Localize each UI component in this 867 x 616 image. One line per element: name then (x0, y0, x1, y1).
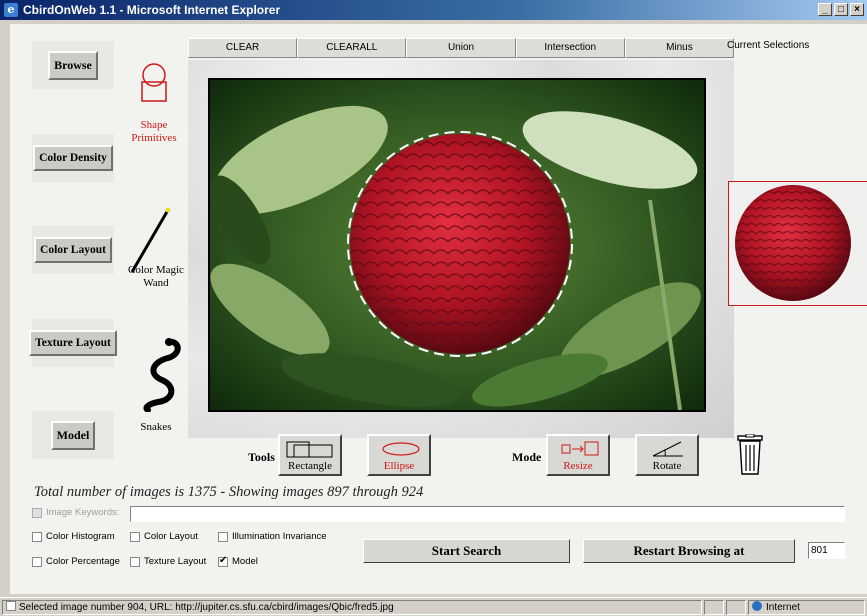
model-checkbox[interactable] (218, 555, 228, 567)
current-selections-label: Current Selections (727, 40, 810, 51)
status-bar: Selected image number 904, URL: http://j… (0, 597, 867, 616)
close-button[interactable]: × (850, 3, 864, 16)
keywords-checkbox[interactable] (32, 507, 42, 518)
color-percentage-option[interactable]: Color Percentage (32, 556, 120, 567)
ellipse-label: Ellipse (383, 460, 415, 472)
browse-frame: Browse (32, 41, 114, 89)
texture-layout-option[interactable]: Texture Layout (130, 556, 206, 567)
applet-area: Browse Color Density Color Layout Textur… (10, 24, 867, 594)
snakes-icon[interactable] (138, 336, 184, 412)
color-percentage-label: Color Percentage (46, 556, 120, 567)
browse-button[interactable]: Browse (48, 50, 98, 80)
resize-label: Resize (563, 460, 593, 472)
model-label: Model (232, 556, 258, 567)
status-pane-1 (704, 600, 724, 615)
color-percentage-checkbox[interactable] (32, 556, 42, 567)
status-text: Selected image number 904, URL: http://j… (19, 602, 394, 613)
magic-wand-label: Color Magic Wand (128, 264, 184, 289)
restart-browsing-button[interactable]: Restart Browsing at (583, 539, 795, 563)
color-layout-option[interactable]: Color Layout (130, 531, 198, 542)
keywords-input[interactable] (130, 506, 845, 522)
rectangle-tool-button[interactable]: Rectangle (278, 434, 342, 476)
resize-mode-button[interactable]: Resize (546, 434, 610, 476)
texture-layout-checkbox[interactable] (130, 556, 140, 567)
window-title: CbirdOnWeb 1.1 - Microsoft Internet Expl… (23, 3, 281, 17)
color-histogram-checkbox[interactable] (32, 531, 42, 542)
resize-icon (561, 441, 599, 456)
trash-can-icon[interactable] (736, 434, 764, 476)
snakes-label: Snakes (140, 421, 172, 433)
tab-clear[interactable]: CLEAR (188, 38, 298, 58)
color-layout-label: Color Layout (144, 531, 198, 542)
current-selection-thumbnail[interactable] (728, 181, 867, 306)
color-layout-frame: Color Layout (32, 226, 114, 274)
rectangle-icon (286, 441, 333, 458)
browser-window: e CbirdOnWeb 1.1 - Microsoft Internet Ex… (0, 0, 867, 616)
ellipse-tool-button[interactable]: Ellipse (367, 434, 431, 476)
query-image[interactable] (208, 78, 706, 412)
zone-text: Internet (766, 602, 800, 613)
texture-layout-button[interactable]: Texture Layout (29, 330, 117, 356)
minimize-button[interactable]: _ (818, 3, 832, 16)
shape-primitives-icon[interactable] (134, 60, 174, 106)
rotate-label: Rotate (652, 460, 682, 472)
globe-icon (752, 601, 762, 611)
rotate-mode-button[interactable]: Rotate (635, 434, 699, 476)
ellipse-icon (382, 442, 420, 456)
illumination-invariance-label: Illumination Invariance (232, 531, 327, 542)
status-text-segment: Selected image number 904, URL: http://j… (2, 600, 702, 615)
tab-intersection[interactable]: Intersection (515, 38, 625, 58)
model-frame: Model (32, 411, 114, 459)
ie-icon: e (4, 3, 18, 17)
status-pane-2 (726, 600, 746, 615)
illumination-invariance-checkbox[interactable] (218, 531, 228, 542)
illumination-invariance-option[interactable]: Illumination Invariance (218, 531, 327, 542)
title-bar: e CbirdOnWeb 1.1 - Microsoft Internet Ex… (0, 0, 867, 20)
model-button[interactable]: Model (50, 420, 96, 450)
keywords-label: Image Keywords: (46, 507, 120, 518)
page-icon (6, 601, 16, 611)
operation-tabs: CLEAR CLEARALL Union Intersection Minus (188, 38, 735, 58)
zone-segment: Internet (748, 600, 865, 615)
restart-number-input[interactable]: 801 (808, 542, 845, 559)
keywords-row: Image Keywords: (32, 507, 119, 518)
total-images-text: Total number of images is 1375 - Showing… (34, 484, 424, 500)
color-density-frame: Color Density (32, 134, 114, 182)
tab-clearall[interactable]: CLEARALL (297, 38, 407, 58)
rectangle-label: Rectangle (288, 460, 332, 472)
shape-primitives-label: Shape Primitives (131, 119, 177, 144)
color-histogram-label: Color Histogram (46, 531, 115, 542)
color-density-button[interactable]: Color Density (33, 145, 113, 171)
texture-layout-label: Texture Layout (144, 556, 207, 567)
model-option[interactable]: Model (218, 555, 258, 567)
tab-minus[interactable]: Minus (624, 38, 735, 58)
color-layout-checkbox[interactable] (130, 531, 140, 542)
tab-union[interactable]: Union (406, 38, 516, 58)
maximize-button[interactable]: □ (834, 3, 848, 16)
color-histogram-option[interactable]: Color Histogram (32, 531, 115, 542)
mode-label: Mode (512, 450, 542, 464)
texture-layout-frame: Texture Layout (29, 319, 117, 367)
color-layout-button[interactable]: Color Layout (34, 237, 112, 263)
rotate-icon (652, 441, 683, 457)
tools-label: Tools (248, 450, 275, 464)
start-search-button[interactable]: Start Search (363, 539, 570, 563)
